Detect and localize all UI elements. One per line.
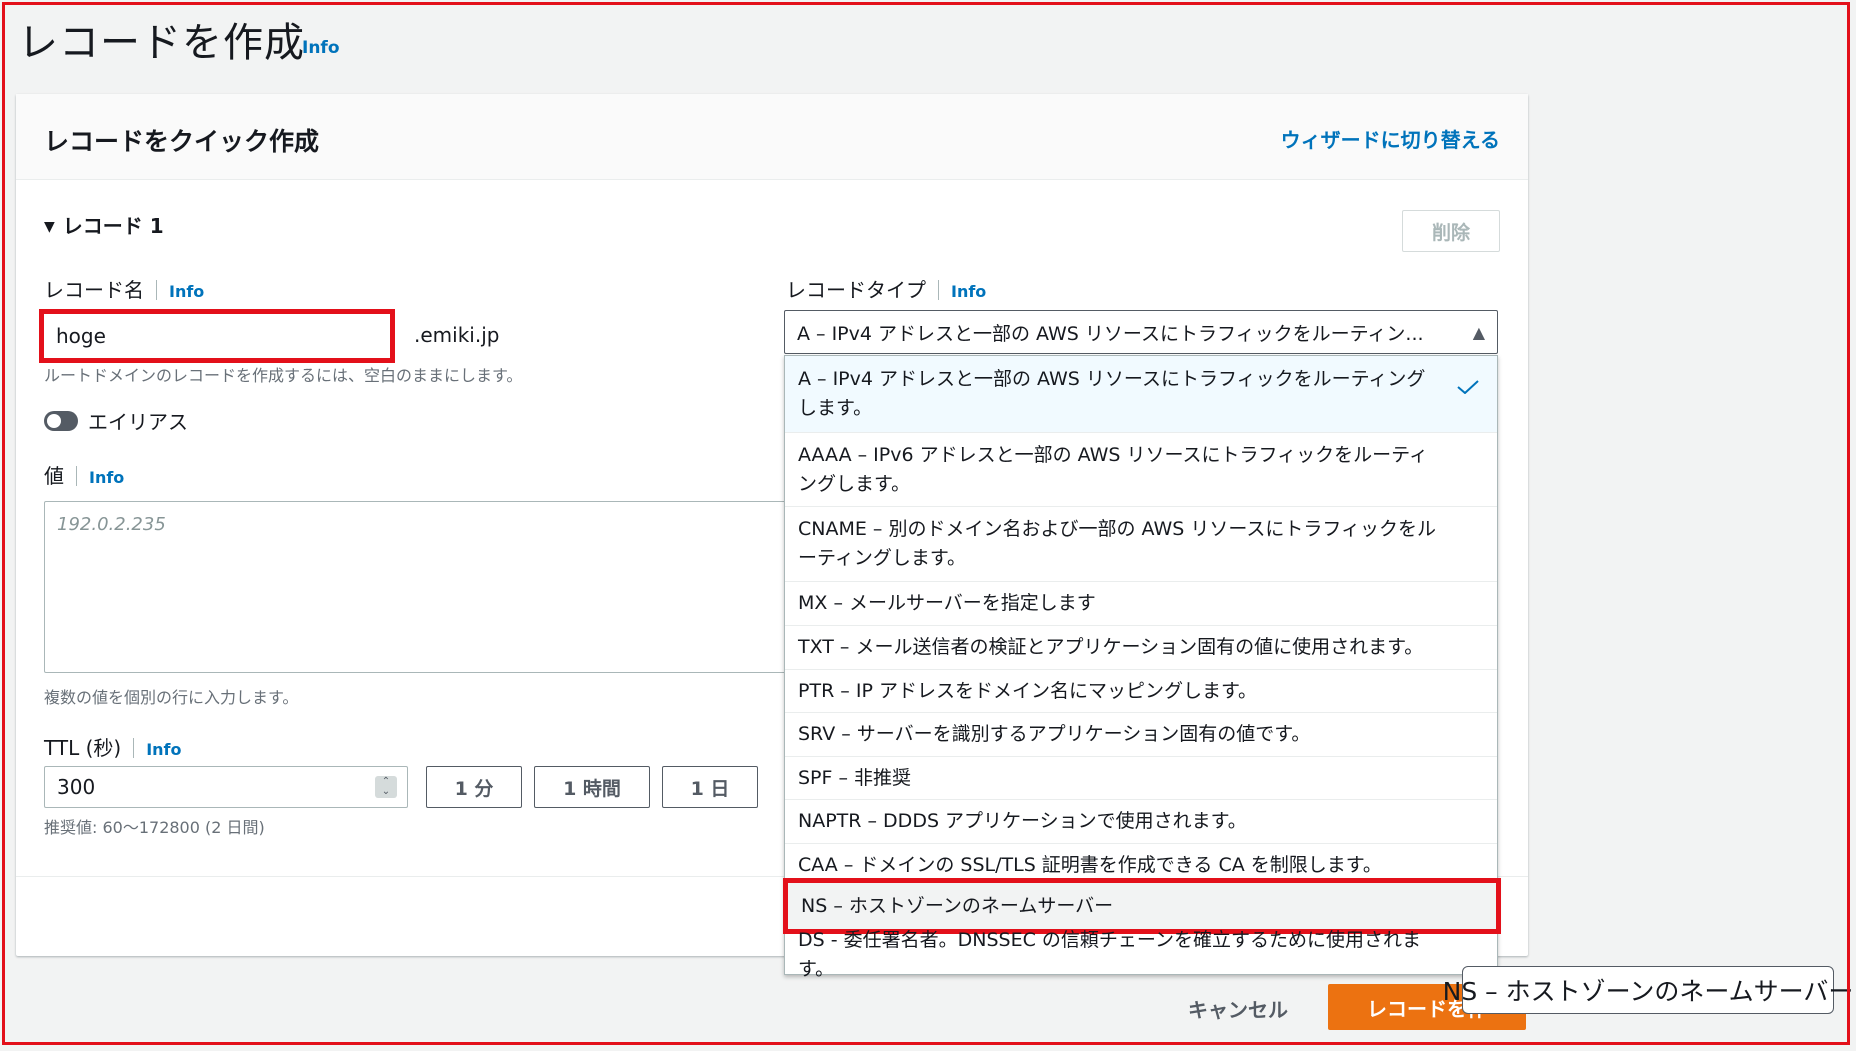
alias-toggle[interactable] [44, 410, 78, 431]
value-label: 値 [44, 464, 64, 488]
option-label: NS – ホストゾーンのネームサーバー [801, 894, 1114, 917]
check-icon [1457, 380, 1479, 394]
record-type-option-ptr[interactable]: PTR – IP アドレスをドメイン名にマッピングします。 [785, 670, 1497, 713]
record-type-info-link[interactable]: Info [951, 282, 986, 301]
record-type-option-ds[interactable]: DS - 委任署名者。DNSSEC の信頼チェーンを確立するために使用されます。 [785, 929, 1497, 980]
record-type-dropdown: A – IPv4 アドレスと一部の AWS リソースにトラフィックをルーティング… [783, 355, 1501, 980]
triangle-up-icon: ▲ [1472, 322, 1485, 342]
record-type-selected-value: A – IPv4 アドレスと一部の AWS リソースにトラフィックをルーティン.… [797, 322, 1424, 345]
record-name-input[interactable]: hoge [44, 314, 390, 358]
option-label: A – IPv4 アドレスと一部の AWS リソースにトラフィックをルーティング… [798, 368, 1426, 419]
option-label: CAA – ドメインの SSL/TLS 証明書を作成できる CA を制限します。 [798, 854, 1382, 876]
option-label: SPF – 非推奨 [798, 766, 912, 789]
toggle-knob [47, 413, 61, 428]
page-title: レコードを作成 [18, 20, 305, 66]
info-separator [156, 280, 157, 300]
record-type-label: レコードタイプ [786, 278, 926, 302]
record-section-label: レコード 1 [62, 214, 164, 238]
option-label: DS - 委任署名者。DNSSEC の信頼チェーンを確立するために使用されます。 [798, 929, 1421, 980]
value-textarea[interactable]: 192.0.2.235 [44, 501, 804, 673]
value-info-link[interactable]: Info [89, 468, 124, 487]
record-section-toggle[interactable]: ▼ レコード 1 [44, 210, 164, 239]
record-type-option-spf[interactable]: SPF – 非推奨 [785, 757, 1497, 800]
info-separator [76, 466, 77, 486]
option-label: NAPTR – DDDS アプリケーションで使用されます。 [798, 810, 1247, 832]
ttl-preset-1-minute-button[interactable]: 1 分 [426, 766, 522, 808]
record-type-select[interactable]: A – IPv4 アドレスと一部の AWS リソースにトラフィックをルーティン.… [784, 310, 1498, 354]
ttl-preset-1-day-button[interactable]: 1 日 [662, 766, 758, 808]
page-info-link[interactable]: Info [302, 38, 340, 58]
option-label: AAAA – IPv6 アドレスと一部の AWS リソースにトラフィックをルーテ… [798, 443, 1429, 495]
cancel-button[interactable]: キャンセル [1188, 994, 1288, 1023]
panel-header: レコードをクイック作成 ウィザードに切り替える [16, 94, 1528, 180]
ttl-label-row: TTL (秒) Info [44, 732, 181, 761]
ttl-value: 300 [57, 775, 96, 799]
alias-label: エイリアス [88, 410, 188, 434]
value-hint: 複数の値を個別の行に入力します。 [44, 688, 299, 707]
option-tooltip: NS – ホストゾーンのネームサーバー [1443, 966, 1853, 1014]
ttl-hint: 推奨値: 60～172800 (2 日間) [44, 818, 265, 837]
info-separator [938, 280, 939, 300]
record-name-hint: ルートドメインのレコードを作成するには、空白のままにします。 [44, 366, 523, 385]
domain-suffix: .emiki.jp [414, 323, 500, 347]
record-name-highlight: hoge [39, 309, 395, 363]
record-type-option-mx[interactable]: MX – メールサーバーを指定します [785, 582, 1497, 626]
option-label: PTR – IP アドレスをドメイン名にマッピングします。 [798, 679, 1258, 702]
ttl-input[interactable]: 300 ⌃ ⌄ [44, 766, 408, 808]
record-type-label-row: レコードタイプ Info [786, 274, 986, 303]
record-type-option-srv[interactable]: SRV – サーバーを識別するアプリケーション固有の値です。 [785, 713, 1497, 757]
caret-down-icon: ▼ [44, 219, 55, 235]
record-name-info-link[interactable]: Info [169, 282, 204, 301]
ttl-preset-1-hour-button[interactable]: 1 時間 [534, 766, 650, 808]
stepper-icon[interactable]: ⌃ ⌄ [375, 776, 397, 798]
record-type-option-a[interactable]: A – IPv4 アドレスと一部の AWS リソースにトラフィックをルーティング… [785, 356, 1497, 433]
panel-title: レコードをクイック作成 [44, 127, 320, 156]
option-label: MX – メールサーバーを指定します [798, 592, 1096, 614]
record-type-option-naptr[interactable]: NAPTR – DDDS アプリケーションで使用されます。 [785, 800, 1497, 844]
record-name-label-row: レコード名 Info [44, 274, 204, 303]
record-type-option-aaaa[interactable]: AAAA – IPv6 アドレスと一部の AWS リソースにトラフィックをルーテ… [785, 433, 1497, 507]
option-label: SRV – サーバーを識別するアプリケーション固有の値です。 [798, 723, 1311, 745]
option-label: TXT – メール送信者の検証とアプリケーション固有の値に使用されます。 [798, 636, 1424, 658]
value-label-row: 値 Info [44, 460, 124, 489]
record-name-label: レコード名 [44, 278, 144, 302]
record-type-option-cname[interactable]: CNAME – 別のドメイン名および一部の AWS リソースにトラフィックをルー… [785, 507, 1497, 582]
alias-row: エイリアス [44, 406, 188, 435]
option-label: CNAME – 別のドメイン名および一部の AWS リソースにトラフィックをルー… [798, 518, 1437, 569]
record-type-option-txt[interactable]: TXT – メール送信者の検証とアプリケーション固有の値に使用されます。 [785, 626, 1497, 670]
ttl-info-link[interactable]: Info [146, 740, 181, 759]
switch-to-wizard-link[interactable]: ウィザードに切り替える [1281, 124, 1500, 153]
ttl-label: TTL (秒) [44, 736, 122, 760]
delete-record-button[interactable]: 削除 [1402, 210, 1500, 252]
info-separator [133, 738, 135, 758]
